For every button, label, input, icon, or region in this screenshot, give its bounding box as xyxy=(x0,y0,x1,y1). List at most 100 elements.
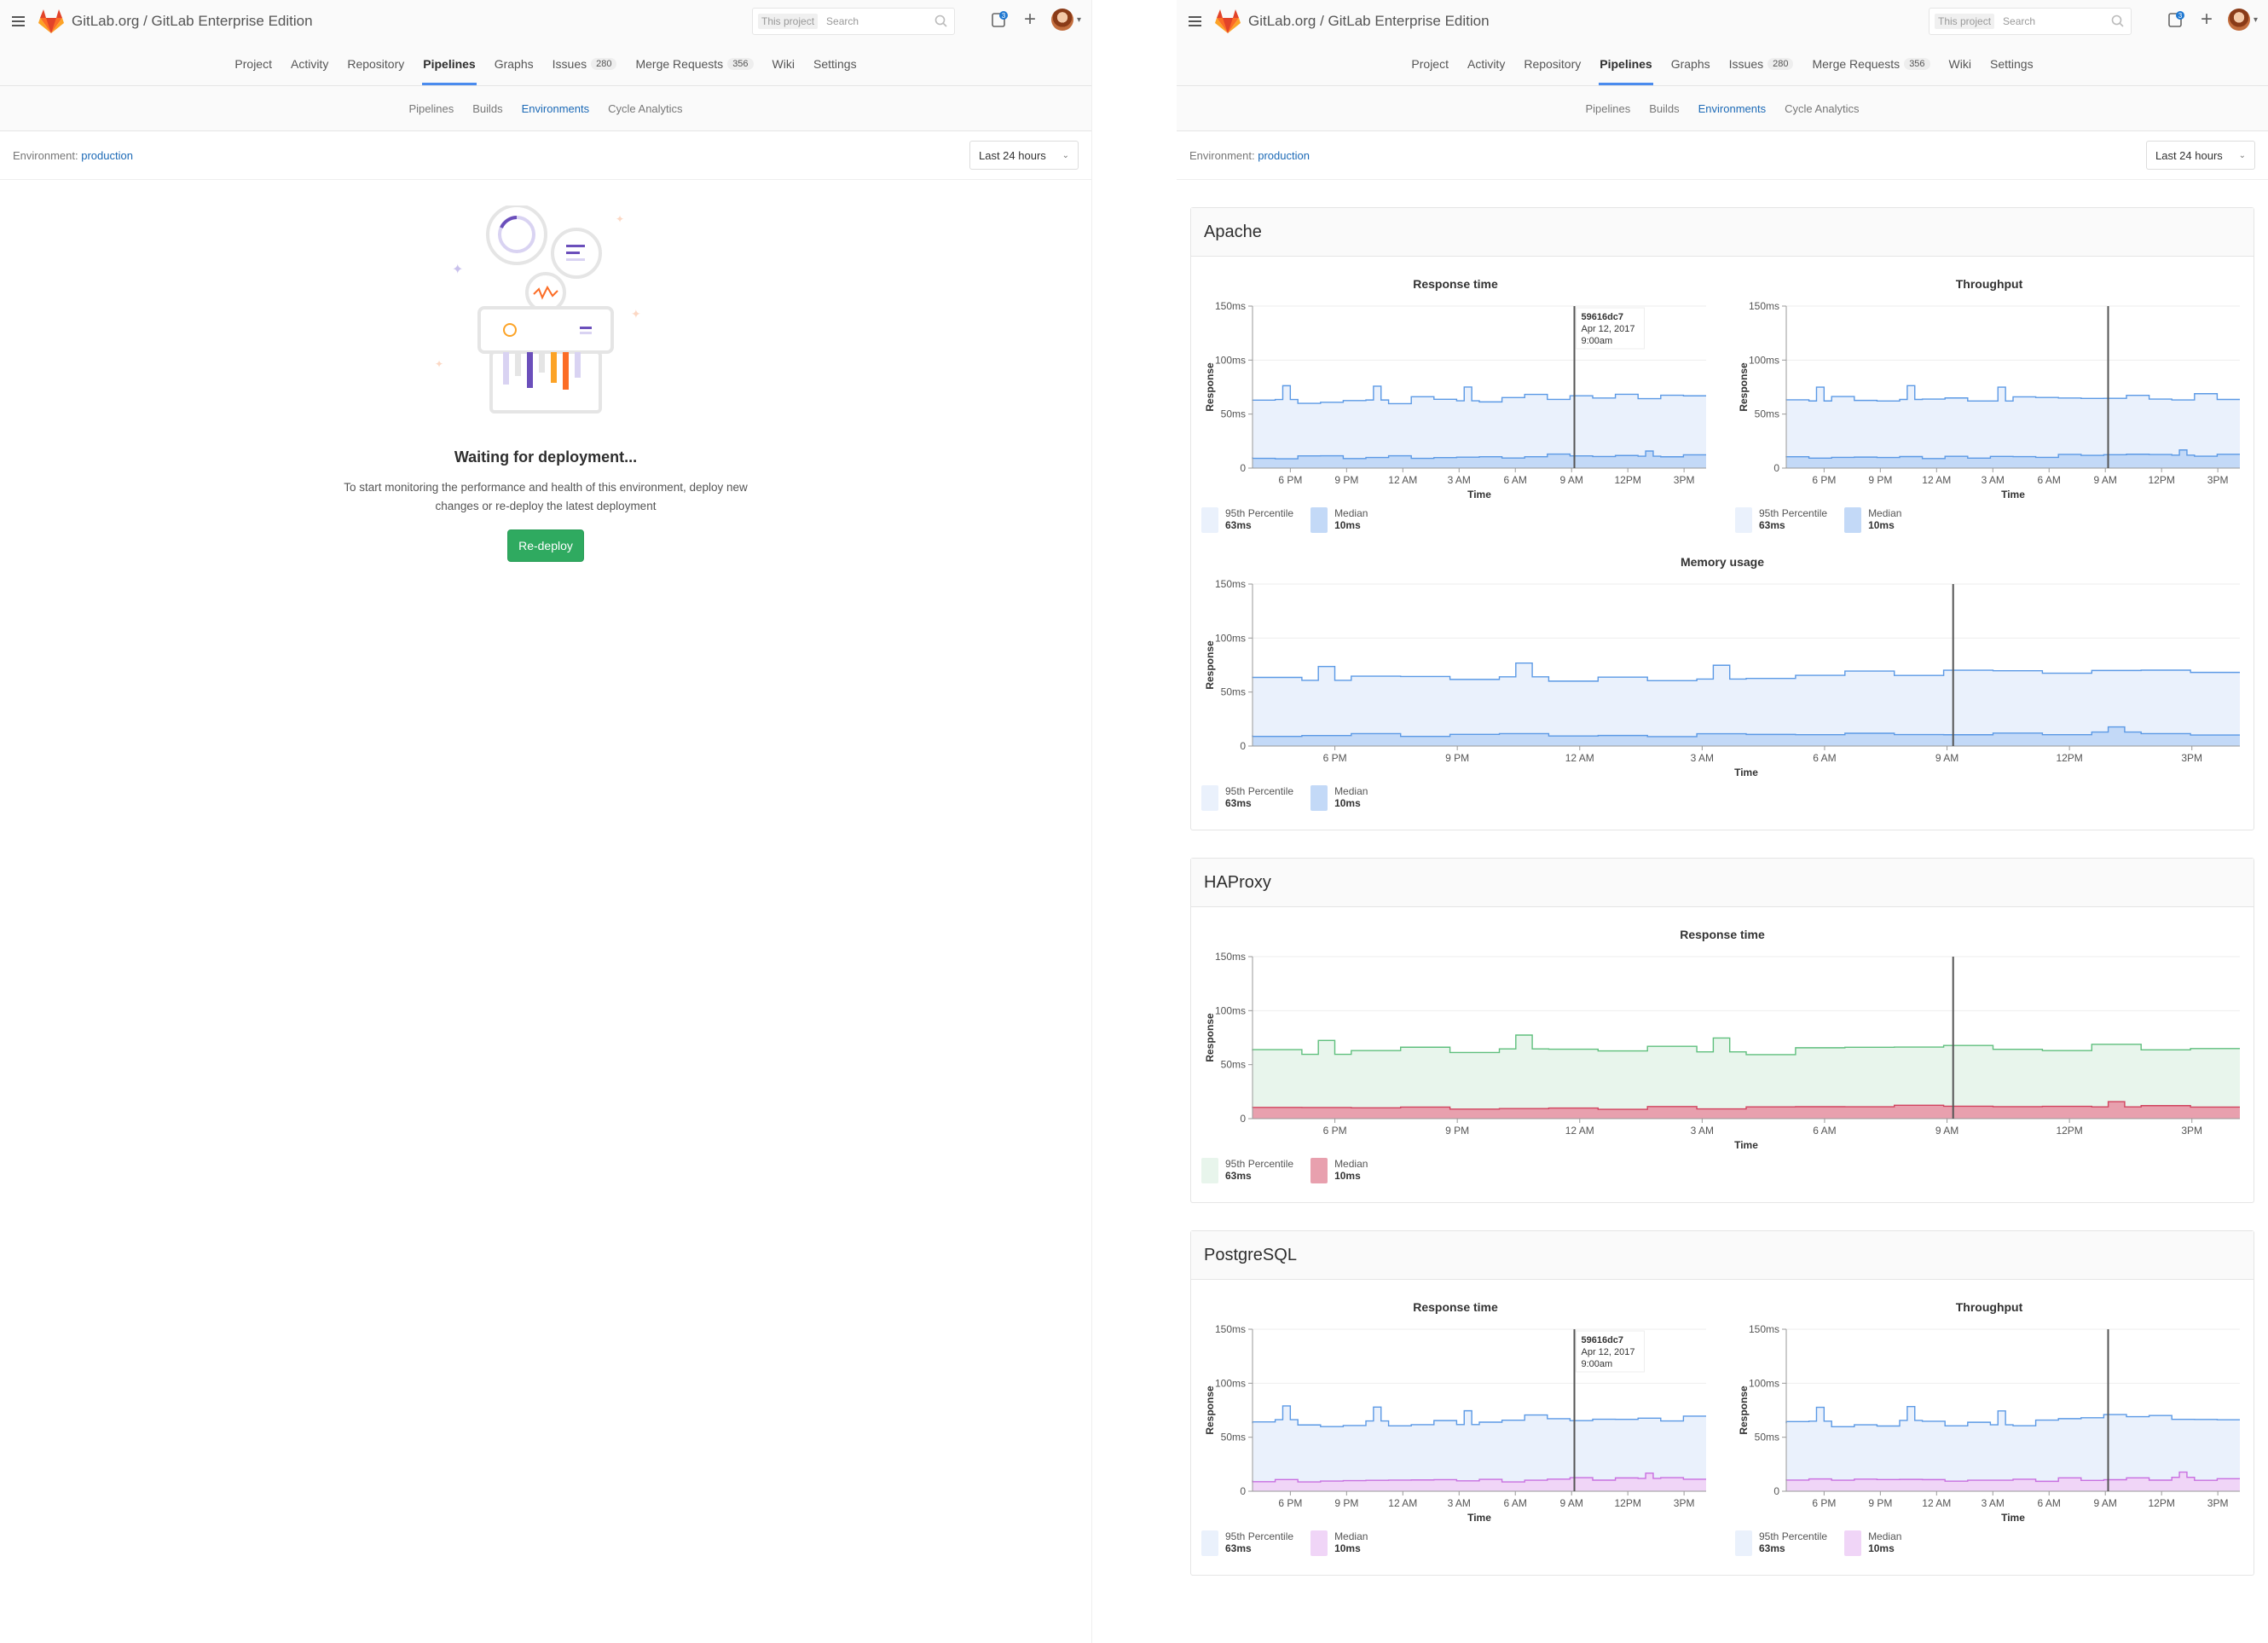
chart-title: Throughput xyxy=(1955,1300,2023,1314)
deployment-date: Apr 12, 2017 xyxy=(1582,324,1635,334)
subtab-environments[interactable]: Environments xyxy=(522,102,589,115)
x-tick-label: 9 PM xyxy=(1868,474,1892,486)
subtab-cycle-analytics[interactable]: Cycle Analytics xyxy=(1785,102,1859,115)
pipelines-subnav: Pipelines Builds Environments Cycle Anal… xyxy=(1177,86,2268,131)
redeploy-button[interactable]: Re-deploy xyxy=(507,529,584,562)
y-tick-label: 100ms xyxy=(1215,1004,1246,1016)
x-tick-label: 9 AM xyxy=(1560,1497,1583,1509)
plus-icon[interactable]: + xyxy=(1021,9,1039,30)
tab-graphs[interactable]: Graphs xyxy=(485,43,543,85)
time-range-dropdown[interactable]: Last 24 hours ⌄ xyxy=(969,141,1079,170)
menu-icon[interactable] xyxy=(1189,11,1209,32)
x-tick-label: 9 PM xyxy=(1868,1497,1892,1509)
subtab-cycle-analytics[interactable]: Cycle Analytics xyxy=(608,102,682,115)
plus-icon[interactable]: + xyxy=(2197,9,2216,30)
y-axis-title: Response xyxy=(1738,1386,1750,1435)
chart-svg[interactable]: 150ms 100ms 50ms 0 6 PM 9 PM 12 AM 3 AM 6 AM 9 AM… xyxy=(1735,1321,2243,1525)
project-title[interactable]: GitLab.org / GitLab Enterprise Edition xyxy=(1248,13,1490,30)
y-tick-label: 0 xyxy=(1240,1113,1246,1125)
x-tick-label: 3PM xyxy=(2181,1125,2202,1137)
legend-item: 95th Percentile 63ms xyxy=(1201,507,1293,533)
tab-merge-requests[interactable]: Merge Requests 356 xyxy=(1802,43,1939,85)
menu-icon[interactable] xyxy=(12,11,32,32)
chart-legend: 95th Percentile 63ms Median 10ms xyxy=(1735,1525,2243,1566)
chart-svg[interactable]: 150ms 100ms 50ms 0 6 PM 9 PM 12 AM 3 AM 6 AM 9 AM… xyxy=(1201,576,2243,780)
tab-pipelines[interactable]: Pipelines xyxy=(414,43,484,85)
subtab-pipelines[interactable]: Pipelines xyxy=(408,102,454,115)
gitlab-logo-icon[interactable] xyxy=(1214,9,1241,34)
apache-memory-usage-chart: Memory usage 150ms 100ms 50ms 0 6 PM 9 PM 12 A… xyxy=(1201,543,2243,821)
x-tick-label: 3 AM xyxy=(1691,752,1714,764)
search-scope[interactable]: This project xyxy=(758,14,819,29)
x-tick-label: 3 AM xyxy=(1691,1125,1714,1137)
tab-project[interactable]: Project xyxy=(225,43,281,85)
gitlab-logo-icon[interactable] xyxy=(38,9,65,34)
tab-issues[interactable]: Issues 280 xyxy=(543,43,627,85)
tab-project[interactable]: Project xyxy=(1402,43,1458,85)
y-tick-label: 100ms xyxy=(1749,354,1779,366)
chart-svg[interactable]: 150ms 100ms 50ms 0 6 PM 9 PM 12 AM 3 AM 6 AM 9 AM… xyxy=(1201,298,1710,502)
avatar[interactable] xyxy=(2227,9,2250,31)
tab-settings[interactable]: Settings xyxy=(1981,43,2043,85)
chart-svg[interactable]: 150ms 100ms 50ms 0 6 PM 9 PM 12 AM 3 AM 6 AM 9 AM… xyxy=(1201,1321,1710,1525)
tab-settings[interactable]: Settings xyxy=(804,43,866,85)
tab-repository[interactable]: Repository xyxy=(338,43,414,85)
group-title: PostgreSQL xyxy=(1191,1231,2254,1280)
chevron-down-icon[interactable]: ▾ xyxy=(2254,15,2258,25)
project-title[interactable]: GitLab.org / GitLab Enterprise Edition xyxy=(72,13,313,30)
x-tick-label: 6 AM xyxy=(1504,1497,1527,1509)
search-box[interactable]: This project Search xyxy=(752,8,955,35)
x-tick-label: 12 AM xyxy=(1388,474,1417,486)
x-tick-label: 12 AM xyxy=(1565,1125,1594,1137)
metrics-screen: GitLab.org / GitLab Enterprise Edition T… xyxy=(1177,0,2268,1643)
monitoring-illustration-icon: ✦ ✦ ✦ ✦ xyxy=(435,204,641,414)
legend-swatch xyxy=(1201,1158,1218,1183)
x-tick-label: 12PM xyxy=(2148,1497,2174,1509)
chart-svg[interactable]: 150ms 100ms 50ms 0 6 PM 9 PM 12 AM 3 AM 6 AM 9 AM… xyxy=(1201,948,2243,1153)
y-axis-title: Response xyxy=(1738,362,1750,412)
tab-pipelines[interactable]: Pipelines xyxy=(1590,43,1661,85)
x-tick-label: 3PM xyxy=(1674,474,1695,486)
environment-link[interactable]: production xyxy=(1258,149,1310,162)
tab-graphs[interactable]: Graphs xyxy=(1662,43,1720,85)
environment-link[interactable]: production xyxy=(81,149,133,162)
todo-icon[interactable]: 3 xyxy=(2167,10,2185,29)
chevron-down-icon[interactable]: ▾ xyxy=(1077,15,1081,25)
search-box[interactable]: This project Search xyxy=(1929,8,2132,35)
svg-text:✦: ✦ xyxy=(435,358,443,370)
x-tick-label: 12 AM xyxy=(1922,474,1951,486)
tab-merge-requests[interactable]: Merge Requests 356 xyxy=(626,43,762,85)
subtab-builds[interactable]: Builds xyxy=(1649,102,1679,115)
search-scope[interactable]: This project xyxy=(1935,14,1995,29)
legend-item: Median 10ms xyxy=(1844,507,1901,533)
tab-activity[interactable]: Activity xyxy=(1458,43,1514,85)
todo-icon[interactable]: 3 xyxy=(990,10,1009,29)
search-input[interactable]: Search xyxy=(2003,15,2110,27)
time-range-dropdown[interactable]: Last 24 hours ⌄ xyxy=(2146,141,2255,170)
chart-svg[interactable]: 150ms 100ms 50ms 0 6 PM 9 PM 12 AM 3 AM 6 AM 9 AM… xyxy=(1735,298,2243,502)
y-tick-label: 0 xyxy=(1240,1485,1246,1497)
y-tick-label: 50ms xyxy=(1221,1432,1246,1443)
legend-swatch xyxy=(1310,1158,1328,1183)
tab-issues[interactable]: Issues 280 xyxy=(1720,43,1803,85)
chart-legend: 95th Percentile 63ms Median 10ms xyxy=(1201,1525,1710,1566)
tab-activity[interactable]: Activity xyxy=(281,43,338,85)
subtab-pipelines[interactable]: Pipelines xyxy=(1585,102,1630,115)
x-tick-label: 9 AM xyxy=(2094,474,2117,486)
x-tick-label: 3 AM xyxy=(1448,474,1471,486)
tab-wiki[interactable]: Wiki xyxy=(763,43,804,85)
x-tick-label: 9 PM xyxy=(1445,752,1469,764)
tab-wiki[interactable]: Wiki xyxy=(1940,43,1981,85)
metric-group-postgresql: PostgreSQL Response time 150ms 100ms 50ms 0… xyxy=(1190,1230,2254,1576)
y-axis-title: Response xyxy=(1204,640,1216,690)
x-axis-title: Time xyxy=(1734,1139,1758,1151)
legend-swatch xyxy=(1735,1530,1752,1556)
tab-repository[interactable]: Repository xyxy=(1514,43,1590,85)
subtab-environments[interactable]: Environments xyxy=(1698,102,1766,115)
search-input[interactable]: Search xyxy=(826,15,934,27)
x-tick-label: 3PM xyxy=(2181,752,2202,764)
subtab-builds[interactable]: Builds xyxy=(472,102,502,115)
legend-swatch xyxy=(1310,785,1328,811)
x-tick-label: 12PM xyxy=(1614,1497,1640,1509)
avatar[interactable] xyxy=(1050,9,1073,31)
